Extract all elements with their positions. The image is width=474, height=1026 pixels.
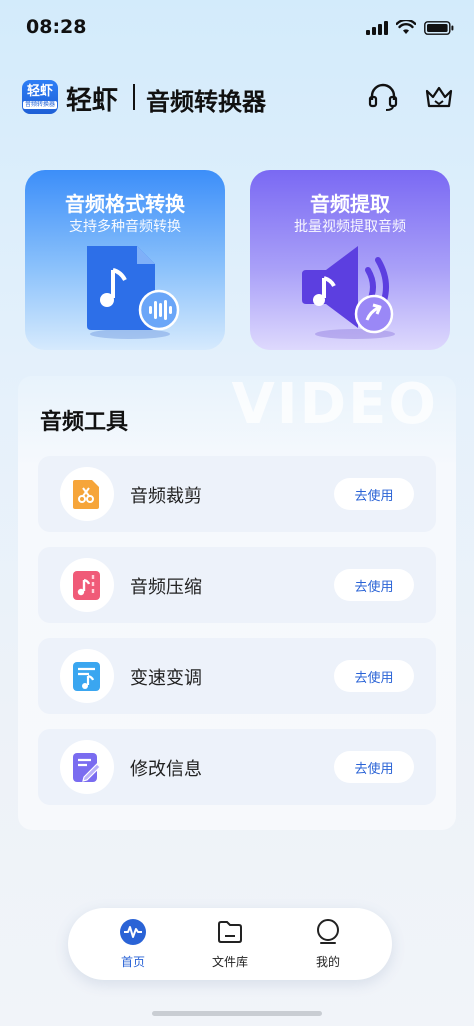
- title-divider: [133, 84, 135, 110]
- tool-label: 变速变调: [130, 668, 202, 689]
- app-logo: 轻虾 音频转换器: [22, 80, 58, 114]
- profile-icon: [317, 919, 339, 944]
- panel-watermark: VIDEO: [231, 376, 438, 437]
- section-title: 音频工具: [40, 410, 129, 435]
- feature-title: 音频提取: [310, 192, 390, 216]
- wifi-icon: [396, 20, 416, 34]
- logo-subtext: 音频转换器: [22, 101, 57, 109]
- feature-card-audio-extract[interactable]: 音频提取 批量视频提取音频: [250, 170, 450, 350]
- tool-label: 音频压缩: [130, 577, 202, 598]
- tool-item-audio-compress[interactable]: 音频压缩 去使用: [38, 547, 436, 623]
- edit-icon: [73, 753, 101, 782]
- feature-card-format-convert[interactable]: 音频格式转换 支持多种音频转换: [25, 170, 225, 350]
- folder-icon: [218, 921, 242, 943]
- compress-icon: [73, 571, 100, 600]
- tool-label: 修改信息: [130, 759, 202, 780]
- status-icons: [366, 20, 454, 35]
- home-indicator: [152, 1011, 322, 1016]
- tool-item-speed-pitch[interactable]: 变速变调 去使用: [38, 638, 436, 714]
- use-button[interactable]: 去使用: [334, 569, 414, 601]
- speaker-icon: [302, 246, 395, 339]
- tool-icon-wrap: [60, 558, 114, 612]
- use-button[interactable]: 去使用: [334, 751, 414, 783]
- home-wave-icon: [120, 919, 146, 945]
- headset-icon[interactable]: [366, 80, 400, 114]
- nav-item-profile[interactable]: 我的: [288, 918, 368, 970]
- nav-item-files[interactable]: 文件库: [190, 918, 270, 970]
- use-button[interactable]: 去使用: [334, 660, 414, 692]
- brand-name: 轻虾: [66, 86, 119, 116]
- tool-icon-wrap: [60, 649, 114, 703]
- logo-text: 轻虾: [26, 84, 53, 99]
- tool-icon-wrap: [60, 740, 114, 794]
- audio-file-icon: [87, 246, 180, 339]
- feature-title: 音频格式转换: [65, 192, 185, 216]
- page-title: 音频转换器: [146, 88, 266, 116]
- tool-item-audio-cut[interactable]: 音频裁剪 去使用: [38, 456, 436, 532]
- audio-tools-panel: VIDEO 音频工具 音频裁剪 去使用 音频压缩 去使用 变速变调 去使用 修改…: [18, 376, 456, 830]
- status-time: 08:28: [26, 16, 87, 38]
- bottom-nav: 首页 文件库 我的: [68, 908, 392, 980]
- scissors-icon: [73, 480, 99, 509]
- use-button[interactable]: 去使用: [334, 478, 414, 510]
- tool-label: 音频裁剪: [130, 486, 202, 507]
- signal-icon: [366, 20, 388, 35]
- feature-subtitle: 支持多种音频转换: [69, 219, 181, 235]
- crown-icon[interactable]: [422, 80, 456, 114]
- nav-label: 我的: [315, 955, 340, 969]
- tool-item-edit-info[interactable]: 修改信息 去使用: [38, 729, 436, 805]
- nav-label: 首页: [120, 955, 145, 969]
- battery-icon: [424, 20, 454, 35]
- tool-icon-wrap: [60, 467, 114, 521]
- nav-item-home[interactable]: 首页: [93, 918, 173, 970]
- feature-subtitle: 批量视频提取音频: [294, 219, 406, 235]
- speed-icon: [73, 662, 100, 691]
- nav-label: 文件库: [211, 955, 248, 969]
